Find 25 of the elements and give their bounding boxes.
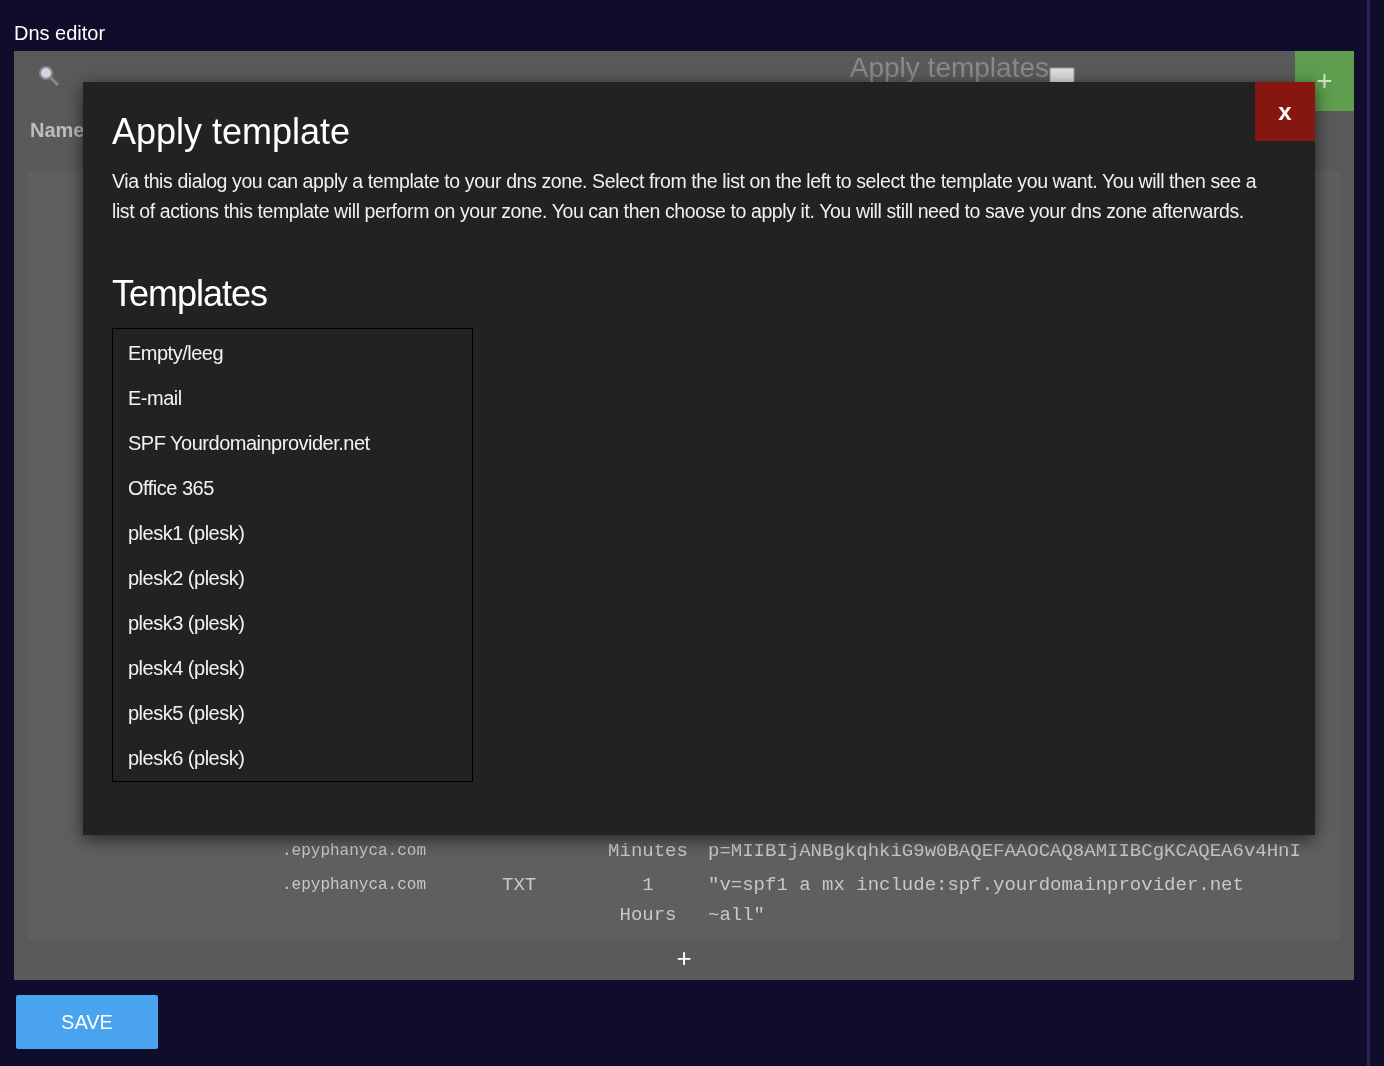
dialog-description: Via this dialog you can apply a template to your dns zone. Select from the list on the left to select the template you want. You will then see a list of actions this template will perform on your zone. You can then choose to apply it. You will still need to save your dns zone afterwards. <box>112 169 1258 224</box>
value-cell-text: p=MIIBIjANBgkqhkiG9w0BAQEFAAOCAQ8AMIIBCgKCAQEA6v4HnI <box>708 839 1302 864</box>
name-cell-text: .epyphanyca.com <box>281 875 428 896</box>
value-cell-text: "v=spf1 a mx include:spf.yourdomainprovider.net ~all" <box>708 873 1245 928</box>
template-item[interactable]: plesk4 (plesk) <box>113 646 472 691</box>
template-item[interactable]: Empty/leeg <box>113 331 472 376</box>
template-item[interactable]: SPF Yourdomainprovider.net <box>113 421 472 466</box>
column-header: Name <box>30 118 85 143</box>
template-item[interactable]: plesk2 (plesk) <box>113 556 472 601</box>
template-item[interactable]: plesk5 (plesk) <box>113 691 472 736</box>
template-item[interactable]: E-mail <box>113 376 472 421</box>
template-item[interactable]: plesk1 (plesk) <box>113 511 472 556</box>
close-button[interactable]: x <box>1255 82 1315 141</box>
template-item[interactable]: plesk3 (plesk) <box>113 601 472 646</box>
template-item[interactable]: Office 365 <box>113 466 472 511</box>
ttl-cell-text: 1 Hours <box>618 873 678 928</box>
name-cell-text: .epyphanyca.com <box>281 841 428 862</box>
search-icon[interactable] <box>38 65 60 87</box>
dialog-title: Apply template <box>112 110 352 154</box>
template-item[interactable]: plesk6 (plesk) <box>113 736 472 781</box>
type-cell-text: TXT <box>502 873 538 898</box>
add-row-button[interactable]: + <box>676 940 692 976</box>
page-title: Dns editor <box>14 21 107 46</box>
ttl-cell-text: Minutes <box>607 839 689 864</box>
templates-heading: Templates <box>112 272 269 316</box>
